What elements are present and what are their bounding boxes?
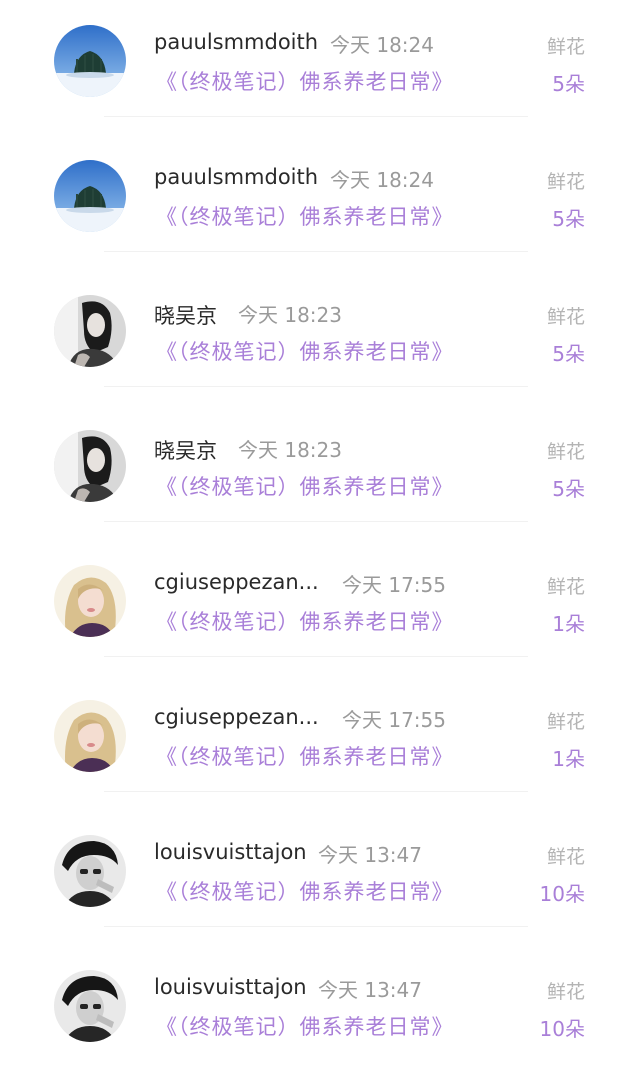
flower-label: 鲜花 [546, 306, 585, 328]
book-title-link[interactable]: 《（终极笔记）佛系养老日常》 [156, 741, 454, 771]
portrait-icon [54, 835, 126, 907]
portrait-icon [54, 430, 126, 502]
username[interactable]: 晓吴京 [154, 435, 217, 465]
avatar[interactable] [54, 835, 126, 907]
row-divider [104, 251, 528, 252]
portrait-icon [54, 970, 126, 1042]
username[interactable]: cgiuseppezan... [154, 570, 319, 594]
avatar[interactable] [54, 295, 126, 367]
flower-label: 鲜花 [546, 576, 585, 598]
flower-count: 1朵 [552, 747, 585, 771]
username[interactable]: pauulsmmdoith [154, 165, 318, 189]
flower-count: 5朵 [552, 477, 585, 501]
gift-record-row[interactable]: louisvuisttajon 今天 13:47 《（终极笔记）佛系养老日常》 … [0, 945, 640, 1080]
avatar[interactable] [54, 565, 126, 637]
flower-count: 5朵 [552, 342, 585, 366]
username[interactable]: louisvuisttajon [154, 840, 307, 864]
snowy-tree-icon [54, 160, 126, 232]
portrait-icon [54, 295, 126, 367]
row-divider [104, 656, 528, 657]
username[interactable]: louisvuisttajon [154, 975, 307, 999]
timestamp: 今天 18:23 [238, 303, 342, 327]
timestamp: 今天 17:55 [342, 573, 446, 597]
username[interactable]: pauulsmmdoith [154, 30, 318, 54]
snowy-tree-icon [54, 25, 126, 97]
portrait-icon [54, 700, 126, 772]
gift-record-row[interactable]: 晓吴京 今天 18:23 《（终极笔记）佛系养老日常》 鲜花 5朵 [0, 270, 640, 405]
flower-count: 10朵 [539, 882, 585, 906]
gift-record-row[interactable]: cgiuseppezan... 今天 17:55 《（终极笔记）佛系养老日常》 … [0, 540, 640, 675]
book-title-link[interactable]: 《（终极笔记）佛系养老日常》 [156, 876, 454, 906]
avatar[interactable] [54, 700, 126, 772]
book-title-link[interactable]: 《（终极笔记）佛系养老日常》 [156, 336, 454, 366]
gift-record-row[interactable]: cgiuseppezan... 今天 17:55 《（终极笔记）佛系养老日常》 … [0, 675, 640, 810]
username[interactable]: 晓吴京 [154, 300, 217, 330]
timestamp: 今天 18:24 [330, 33, 434, 57]
gift-record-row[interactable]: louisvuisttajon 今天 13:47 《（终极笔记）佛系养老日常》 … [0, 810, 640, 945]
timestamp: 今天 13:47 [318, 843, 422, 867]
book-title-link[interactable]: 《（终极笔记）佛系养老日常》 [156, 1011, 454, 1041]
timestamp: 今天 17:55 [342, 708, 446, 732]
username[interactable]: cgiuseppezan... [154, 705, 319, 729]
book-title-link[interactable]: 《（终极笔记）佛系养老日常》 [156, 606, 454, 636]
avatar[interactable] [54, 25, 126, 97]
flower-label: 鲜花 [546, 441, 585, 463]
flower-label: 鲜花 [546, 36, 585, 58]
flower-count: 1朵 [552, 612, 585, 636]
flower-count: 10朵 [539, 1017, 585, 1041]
row-divider [104, 521, 528, 522]
row-divider [104, 926, 528, 927]
row-divider [104, 386, 528, 387]
flower-gift-list: pauulsmmdoith 今天 18:24 《（终极笔记）佛系养老日常》 鲜花… [0, 0, 640, 1063]
flower-label: 鲜花 [546, 846, 585, 868]
book-title-link[interactable]: 《（终极笔记）佛系养老日常》 [156, 66, 454, 96]
timestamp: 今天 18:23 [238, 438, 342, 462]
avatar[interactable] [54, 430, 126, 502]
flower-count: 5朵 [552, 72, 585, 96]
flower-count: 5朵 [552, 207, 585, 231]
avatar[interactable] [54, 160, 126, 232]
book-title-link[interactable]: 《（终极笔记）佛系养老日常》 [156, 201, 454, 231]
portrait-icon [54, 565, 126, 637]
gift-record-row[interactable]: 晓吴京 今天 18:23 《（终极笔记）佛系养老日常》 鲜花 5朵 [0, 405, 640, 540]
gift-record-row[interactable]: pauulsmmdoith 今天 18:24 《（终极笔记）佛系养老日常》 鲜花… [0, 0, 640, 135]
book-title-link[interactable]: 《（终极笔记）佛系养老日常》 [156, 471, 454, 501]
flower-label: 鲜花 [546, 171, 585, 193]
row-divider [104, 791, 528, 792]
avatar[interactable] [54, 970, 126, 1042]
timestamp: 今天 18:24 [330, 168, 434, 192]
flower-label: 鲜花 [546, 711, 585, 733]
flower-label: 鲜花 [546, 981, 585, 1003]
row-divider [104, 116, 528, 117]
gift-record-row[interactable]: pauulsmmdoith 今天 18:24 《（终极笔记）佛系养老日常》 鲜花… [0, 135, 640, 270]
timestamp: 今天 13:47 [318, 978, 422, 1002]
